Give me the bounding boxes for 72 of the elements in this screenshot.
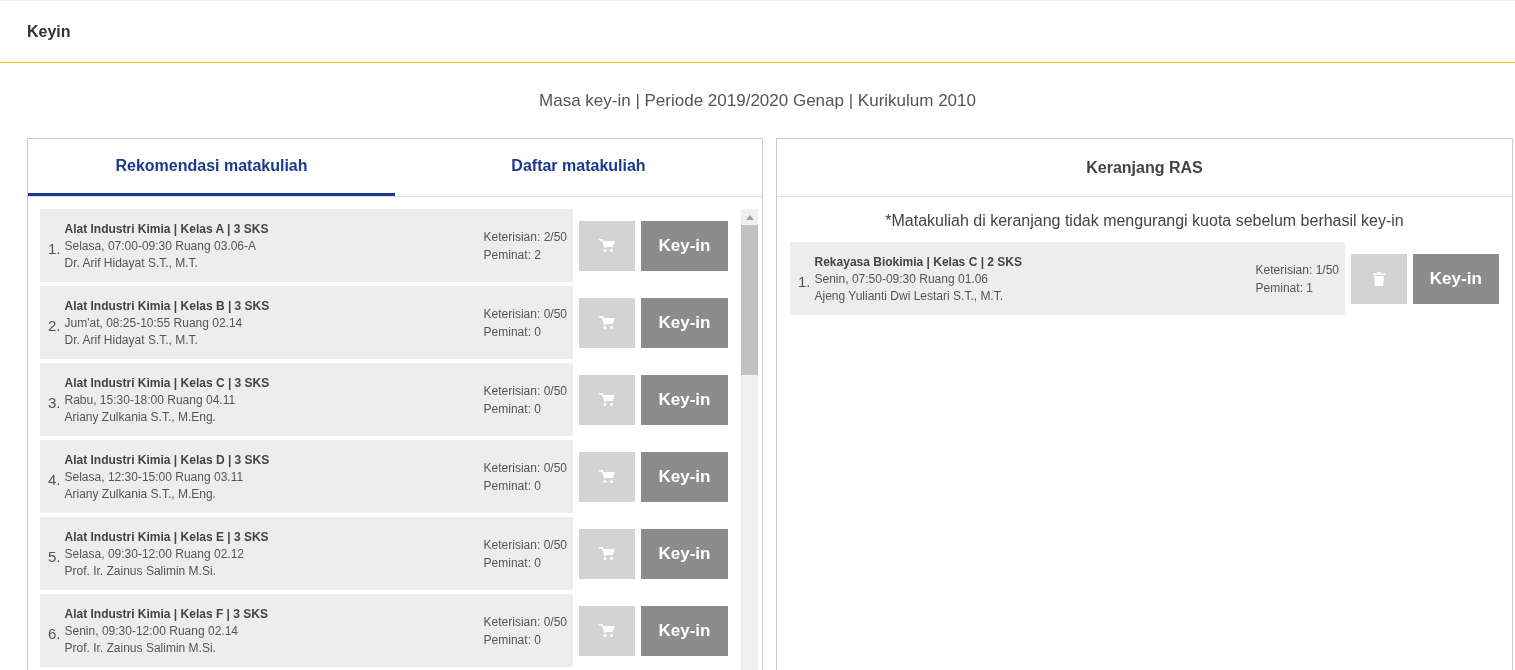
course-title: Alat Industri Kimia | Kelas E | 3 SKS bbox=[64, 529, 270, 544]
course-title: Alat Industri Kimia | Kelas A | 3 SKS bbox=[64, 221, 270, 236]
tab[interactable]: Daftar matakuliah bbox=[395, 139, 762, 196]
lecturer-name: Prof. Ir. Zainus Salimin M.Si. bbox=[64, 640, 217, 655]
interest-count: Peminat: 2 bbox=[483, 247, 542, 262]
lecturer-name: Dr. Arif Hidayat S.T., M.T. bbox=[64, 332, 199, 347]
key-in-button[interactable]: Key-in bbox=[641, 220, 728, 271]
row-number: 1. bbox=[798, 273, 811, 290]
delete-button[interactable] bbox=[1351, 253, 1407, 304]
row-number: 6. bbox=[48, 625, 61, 642]
interest-count: Peminat: 0 bbox=[483, 555, 542, 570]
row-number: 4. bbox=[48, 471, 61, 488]
cart-icon bbox=[599, 238, 615, 253]
add-to-cart-button[interactable] bbox=[579, 220, 635, 271]
trash-icon bbox=[1372, 271, 1385, 286]
period-info: Masa key-in | Periode 2019/2020 Genap | Kurikulum 2010 bbox=[538, 91, 977, 111]
add-to-cart-button[interactable] bbox=[579, 451, 635, 502]
cart-title: Keranjang RAS bbox=[1086, 158, 1203, 177]
row-number: 5. bbox=[48, 548, 61, 565]
lecturer-name: Ariany Zulkania S.T., M.Eng. bbox=[64, 486, 217, 501]
course-schedule: Jum'at, 08:25-10:55 Ruang 02.14 bbox=[64, 315, 244, 330]
quota-filled: Keterisian: 1/50 bbox=[1255, 262, 1339, 277]
scrollbar-thumb[interactable] bbox=[741, 225, 758, 375]
quota-filled: Keterisian: 0/50 bbox=[483, 460, 567, 475]
add-to-cart-button[interactable] bbox=[579, 528, 635, 579]
cart-icon bbox=[599, 546, 615, 561]
course-schedule: Senin, 07:50-09:30 Ruang 01.06 bbox=[814, 271, 989, 286]
course-title: Rekayasa Biokimia | Kelas C | 2 SKS bbox=[814, 254, 1023, 269]
course-title: Alat Industri Kimia | Kelas D | 3 SKS bbox=[64, 452, 271, 467]
row-number: 3. bbox=[48, 394, 61, 411]
interest-count: Peminat: 0 bbox=[483, 401, 542, 416]
row-number: 1. bbox=[48, 240, 61, 257]
key-in-button[interactable]: Key-in bbox=[641, 451, 728, 502]
course-schedule: Selasa, 09:30-12:00 Ruang 02.12 bbox=[64, 546, 245, 561]
lecturer-name: Ajeng Yulianti Dwi Lestari S.T., M.T. bbox=[814, 288, 1005, 303]
course-schedule: Selasa, 12:30-15:00 Ruang 03.11 bbox=[64, 469, 245, 484]
lecturer-name: Prof. Ir. Zainus Salimin M.Si. bbox=[64, 563, 217, 578]
cart-note: *Matakuliah di keranjang tidak mengurangi kuota sebelum berhasil key-in bbox=[884, 212, 1405, 230]
cart-icon bbox=[599, 315, 615, 330]
lecturer-name: Dr. Arif Hidayat S.T., M.T. bbox=[64, 255, 199, 270]
course-title: Alat Industri Kimia | Kelas F | 3 SKS bbox=[64, 606, 269, 621]
course-schedule: Senin, 09:30-12:00 Ruang 02.14 bbox=[64, 623, 239, 638]
cart-icon bbox=[599, 469, 615, 484]
cart-icon bbox=[599, 392, 615, 407]
key-in-button[interactable]: Key-in bbox=[1412, 253, 1499, 304]
interest-count: Peminat: 1 bbox=[1255, 280, 1314, 295]
cart-icon bbox=[599, 623, 615, 638]
tab[interactable]: Rekomendasi matakuliah bbox=[28, 139, 395, 196]
add-to-cart-button[interactable] bbox=[579, 297, 635, 348]
scrollbar[interactable] bbox=[741, 209, 758, 670]
interest-count: Peminat: 0 bbox=[483, 324, 542, 339]
course-schedule: Selasa, 07:00-09:30 Ruang 03.06-A bbox=[64, 238, 257, 253]
key-in-button[interactable]: Key-in bbox=[641, 528, 728, 579]
scroll-up-icon bbox=[745, 215, 754, 220]
quota-filled: Keterisian: 0/50 bbox=[483, 383, 567, 398]
interest-count: Peminat: 0 bbox=[483, 632, 542, 647]
key-in-button[interactable]: Key-in bbox=[641, 374, 728, 425]
interest-count: Peminat: 0 bbox=[483, 478, 542, 493]
page-title: Keyin bbox=[27, 22, 71, 41]
course-title: Alat Industri Kimia | Kelas B | 3 SKS bbox=[64, 298, 271, 313]
row-number: 2. bbox=[48, 317, 61, 334]
course-schedule: Rabu, 15:30-18:00 Ruang 04.11 bbox=[64, 392, 237, 407]
quota-filled: Keterisian: 2/50 bbox=[483, 229, 567, 244]
course-title: Alat Industri Kimia | Kelas C | 3 SKS bbox=[64, 375, 271, 390]
key-in-button[interactable]: Key-in bbox=[641, 297, 728, 348]
add-to-cart-button[interactable] bbox=[579, 374, 635, 425]
quota-filled: Keterisian: 0/50 bbox=[483, 614, 567, 629]
key-in-button[interactable]: Key-in bbox=[641, 605, 728, 656]
lecturer-name: Ariany Zulkania S.T., M.Eng. bbox=[64, 409, 217, 424]
quota-filled: Keterisian: 0/50 bbox=[483, 306, 567, 321]
quota-filled: Keterisian: 0/50 bbox=[483, 537, 567, 552]
add-to-cart-button[interactable] bbox=[579, 605, 635, 656]
